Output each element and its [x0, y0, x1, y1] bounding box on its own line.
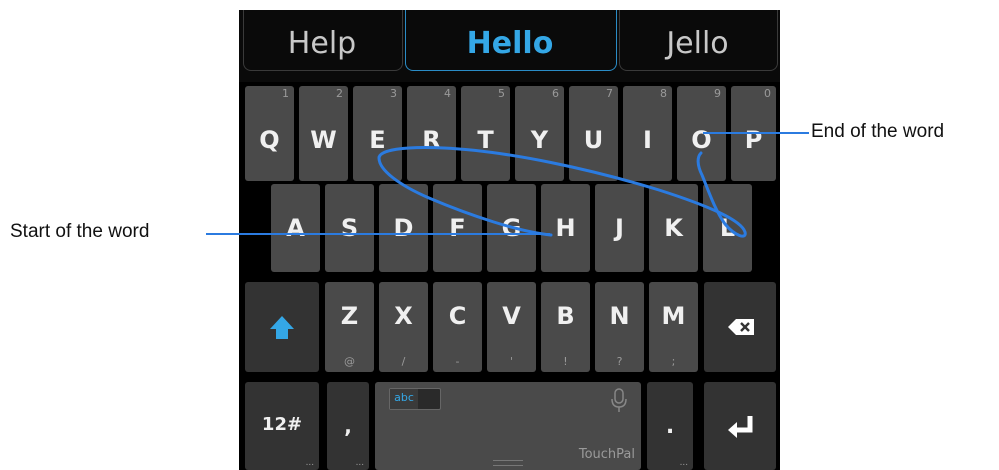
- swipe-trace: [377, 146, 747, 238]
- start-of-word-label: Start of the word: [10, 221, 150, 242]
- end-callout-line: [703, 132, 809, 134]
- start-callout-line: [206, 233, 550, 235]
- swipe-path: [377, 146, 747, 238]
- keyboard: Help Hello Jello 1 Q 2 W 3 E 4 R 5 T 6 Y…: [239, 10, 780, 470]
- end-of-word-label: End of the word: [811, 121, 945, 142]
